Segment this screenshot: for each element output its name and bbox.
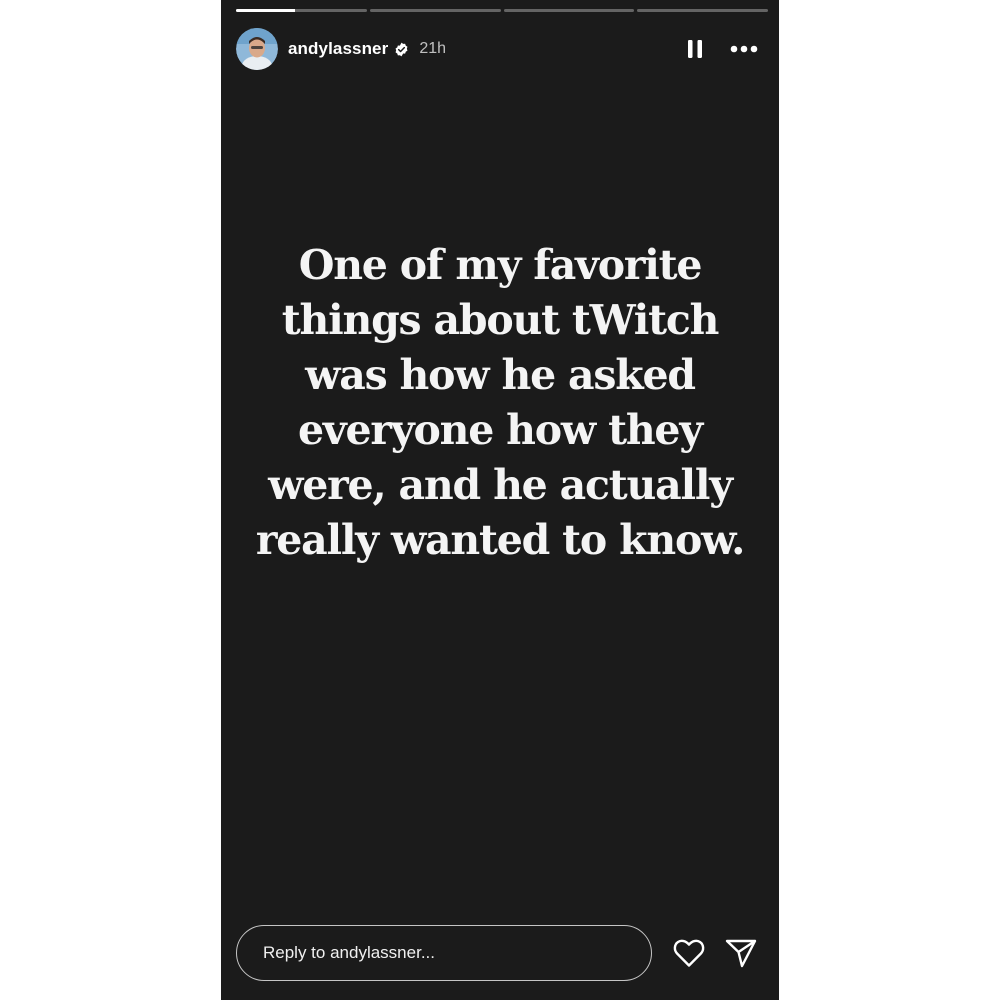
progress-segment	[503, 9, 635, 12]
verified-badge-icon	[394, 42, 409, 57]
send-button[interactable]	[724, 936, 758, 970]
more-options-icon	[730, 45, 758, 53]
story-timestamp: 21h	[419, 40, 447, 57]
more-options-button[interactable]	[729, 37, 759, 61]
send-icon	[725, 939, 757, 968]
story-progress-bar	[236, 9, 768, 12]
heart-icon	[673, 939, 705, 967]
reply-input[interactable]	[236, 925, 652, 981]
like-button[interactable]	[672, 936, 706, 970]
story-footer	[236, 924, 759, 982]
avatar[interactable]	[236, 28, 278, 70]
story-viewer[interactable]: andylassner 21h One of my favorite thing…	[221, 0, 779, 1000]
username[interactable]: andylassner	[288, 39, 388, 59]
pause-icon	[688, 40, 702, 58]
story-header: andylassner 21h	[236, 28, 759, 70]
progress-segment	[369, 9, 501, 12]
progress-segment	[637, 9, 768, 12]
progress-segment	[236, 9, 367, 12]
pause-button[interactable]	[683, 37, 707, 61]
story-text: One of my favorite things about tWitch w…	[255, 241, 746, 564]
